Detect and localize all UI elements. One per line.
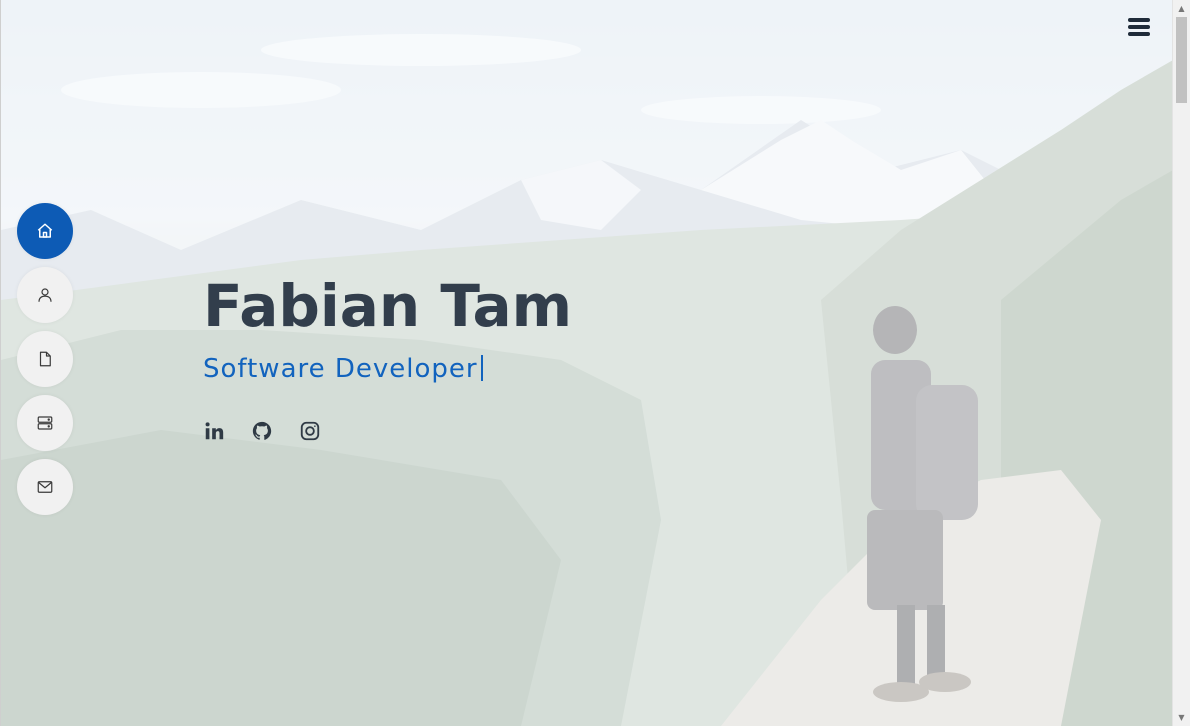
- hero-role-line: Software Developer: [203, 352, 572, 386]
- linkedin-link[interactable]: [203, 420, 225, 442]
- file-icon: [39, 351, 51, 367]
- home-icon: [37, 223, 53, 238]
- nav-item-about[interactable]: [17, 267, 73, 323]
- server-icon: [37, 416, 53, 430]
- github-link[interactable]: [251, 420, 273, 442]
- user-icon: [38, 288, 52, 302]
- hero-role: Software Developer: [203, 354, 478, 384]
- scroll-down-arrow-icon[interactable]: ▼: [1173, 709, 1190, 726]
- nav-item-resume[interactable]: [17, 331, 73, 387]
- page-viewport: Fabian Tam Software Developer: [0, 0, 1172, 726]
- nav-item-home[interactable]: [17, 203, 73, 259]
- hero-content: Fabian Tam Software Developer: [203, 270, 572, 442]
- nav-item-contact[interactable]: [17, 459, 73, 515]
- scroll-up-arrow-icon[interactable]: ▲: [1173, 0, 1190, 17]
- instagram-icon: [300, 421, 320, 441]
- side-nav: [17, 203, 73, 523]
- github-icon: [252, 421, 272, 440]
- hero-name: Fabian Tam: [203, 272, 573, 340]
- nav-item-portfolio[interactable]: [17, 395, 73, 451]
- linkedin-icon: [205, 422, 224, 440]
- mail-icon: [37, 481, 53, 493]
- instagram-link[interactable]: [299, 420, 321, 442]
- social-links: [203, 420, 572, 442]
- typing-cursor: [480, 355, 483, 381]
- scroll-thumb[interactable]: [1176, 17, 1187, 103]
- hamburger-icon[interactable]: [1128, 18, 1152, 40]
- hero-white-overlay: [1, 0, 1172, 726]
- vertical-scrollbar[interactable]: ▲ ▼: [1172, 0, 1190, 726]
